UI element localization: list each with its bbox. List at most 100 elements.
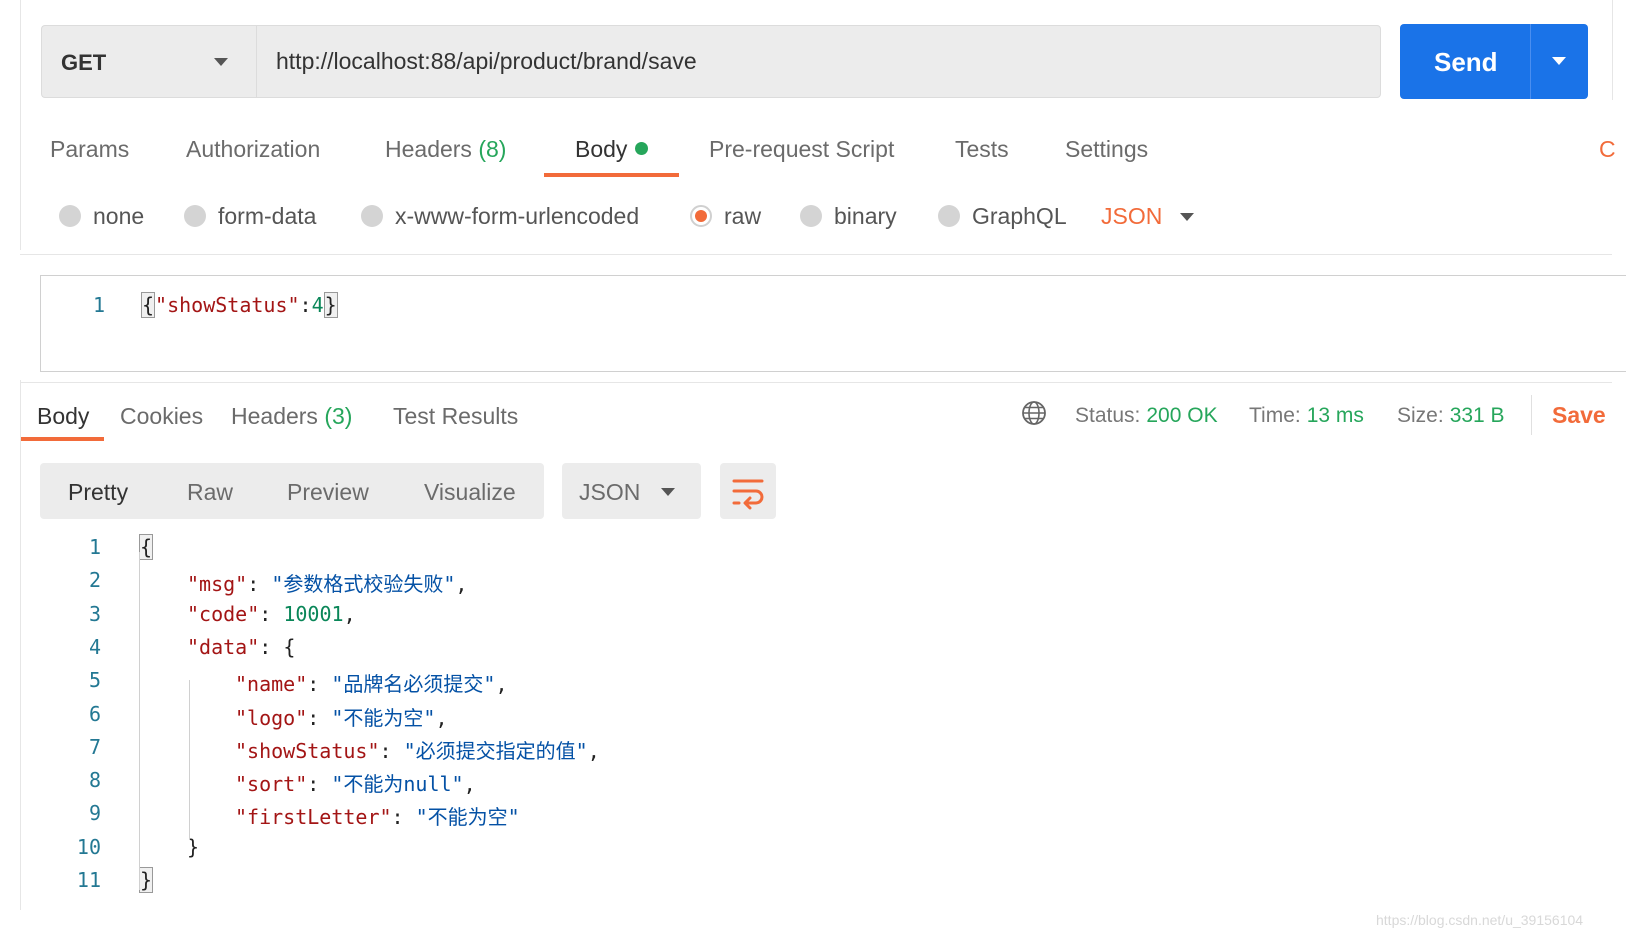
radio-graphql-icon <box>938 205 960 227</box>
line-number: 10 <box>76 835 101 859</box>
send-button[interactable]: Send <box>1400 24 1588 99</box>
brace-open: { <box>141 292 156 318</box>
status-readout: Status: 200 OK <box>1075 404 1218 428</box>
code-line: "logo": "不能为空", <box>235 702 447 731</box>
save-response-button[interactable]: Save <box>1552 402 1606 429</box>
radio-binary-icon <box>800 205 822 227</box>
code-line: "showStatus": "必须提交指定的值", <box>235 735 600 764</box>
line-number: 6 <box>88 702 101 726</box>
view-mode-raw[interactable]: Raw <box>187 479 233 506</box>
radio-graphql[interactable]: GraphQL <box>938 201 1067 231</box>
json-punctuation: { <box>139 534 154 560</box>
view-mode-visualize[interactable]: Visualize <box>424 479 516 506</box>
radio-binary[interactable]: binary <box>800 201 897 231</box>
radio-raw-label: raw <box>724 202 762 229</box>
code-line: } <box>139 867 154 893</box>
json-key: "data" <box>187 635 260 659</box>
json-value: 4 <box>311 293 324 317</box>
method-label: GET <box>61 50 107 75</box>
cookies-link-partial[interactable]: C <box>1599 136 1616 163</box>
json-key: "msg" <box>187 572 248 596</box>
send-options-chevron-down-icon[interactable] <box>1552 57 1566 65</box>
code-line: "code": 10001, <box>187 602 356 626</box>
view-mode-tabs: Pretty Raw Preview Visualize <box>40 463 544 519</box>
view-mode-preview[interactable]: Preview <box>287 479 369 506</box>
send-divider <box>1530 24 1531 99</box>
json-key: "firstLetter" <box>235 805 392 829</box>
tab-pre-request-script[interactable]: Pre-request Script <box>709 136 894 163</box>
globe-icon[interactable] <box>1021 400 1047 426</box>
json-key: "sort" <box>235 772 308 796</box>
line-number: 8 <box>88 768 101 792</box>
right-panel-border <box>1612 0 1613 100</box>
divider <box>1531 395 1532 435</box>
json-key: "logo" <box>235 706 308 730</box>
radio-binary-label: binary <box>834 202 897 229</box>
json-key: "code" <box>187 602 260 626</box>
indent-guide <box>189 680 190 840</box>
radio-form-data-label: form-data <box>218 202 317 229</box>
json-punctuation: , <box>435 706 448 730</box>
body-format-select[interactable]: JSON <box>1101 203 1162 230</box>
send-label: Send <box>1434 47 1498 77</box>
json-string: "不能为null" <box>331 772 464 796</box>
code-line: "msg": "参数格式校验失败", <box>187 568 467 597</box>
format-chevron-down-icon[interactable] <box>1180 213 1194 221</box>
line-number: 2 <box>88 568 101 592</box>
json-punctuation: : <box>379 739 404 763</box>
active-response-tab-underline <box>21 437 104 441</box>
tab-headers[interactable]: Headers (8) <box>385 136 506 163</box>
wrap-lines-button[interactable] <box>720 463 776 519</box>
response-tab-headers-label: Headers <box>231 403 318 429</box>
line-number: 5 <box>88 668 101 692</box>
response-tab-headers[interactable]: Headers (3) <box>231 403 352 430</box>
brace-close: } <box>323 292 338 318</box>
radio-x-www-form-urlencoded[interactable]: x-www-form-urlencoded <box>361 201 639 231</box>
radio-raw-selected-icon <box>690 205 712 227</box>
response-tab-cookies[interactable]: Cookies <box>120 403 203 430</box>
tab-params[interactable]: Params <box>50 136 129 163</box>
json-key: "showStatus" <box>235 739 380 763</box>
line-number: 7 <box>88 735 101 759</box>
size-value: 331 B <box>1449 404 1505 427</box>
response-tab-test-results[interactable]: Test Results <box>393 403 518 430</box>
time-readout: Time: 13 ms <box>1249 404 1364 428</box>
radio-form-data[interactable]: form-data <box>184 201 316 231</box>
left-panel-border <box>20 380 21 910</box>
radio-form-data-icon <box>184 205 206 227</box>
radio-none[interactable]: none <box>59 201 144 231</box>
line-number: 1 <box>93 293 106 317</box>
json-key: "showStatus" <box>155 293 300 317</box>
size-readout: Size: 331 B <box>1397 404 1505 428</box>
radio-none-label: none <box>93 202 145 229</box>
line-number: 11 <box>76 868 101 892</box>
url-input[interactable]: http://localhost:88/api/product/brand/sa… <box>256 25 1381 98</box>
radio-raw[interactable]: raw <box>690 201 761 231</box>
json-punctuation: : { <box>259 635 296 659</box>
size-label: Size: <box>1397 404 1444 427</box>
method-select[interactable]: GET <box>41 25 256 98</box>
json-punctuation: : <box>307 772 332 796</box>
tab-settings[interactable]: Settings <box>1065 136 1148 163</box>
tab-body[interactable]: Body <box>575 136 649 163</box>
chevron-down-icon <box>214 58 228 66</box>
response-format-select[interactable]: JSON <box>562 463 701 519</box>
time-value: 13 ms <box>1306 404 1364 427</box>
tab-tests[interactable]: Tests <box>955 136 1009 163</box>
chevron-down-icon <box>661 488 675 496</box>
view-mode-pretty[interactable]: Pretty <box>68 479 128 506</box>
code-line: "name": "品牌名必须提交", <box>235 668 507 697</box>
divider <box>20 254 1612 255</box>
response-headers-count: (3) <box>324 403 353 429</box>
request-body-editor[interactable]: 1 {"showStatus":4} <box>40 275 1626 372</box>
response-tab-body[interactable]: Body <box>37 403 89 430</box>
json-punctuation: : <box>307 706 332 730</box>
json-punctuation: , <box>587 739 600 763</box>
json-string: "必须提交指定的值" <box>403 739 588 763</box>
json-punctuation: } <box>139 867 154 893</box>
tab-authorization[interactable]: Authorization <box>186 136 320 163</box>
json-string: "不能为空" <box>331 706 436 730</box>
json-punctuation: : <box>307 672 332 696</box>
tab-body-label: Body <box>575 136 628 162</box>
line-number: 3 <box>88 602 101 626</box>
